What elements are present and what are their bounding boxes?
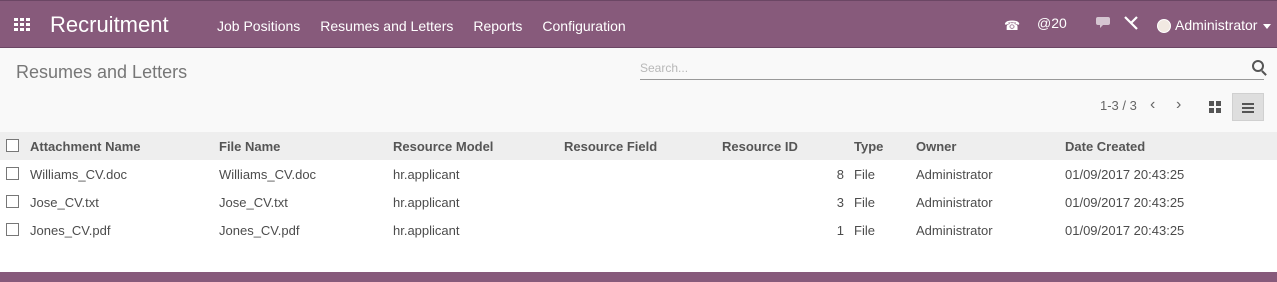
cell-date-created: 01/09/2017 20:43:25 [1065,223,1185,238]
select-all-checkbox[interactable] [6,139,19,152]
table-row[interactable]: Jose_CV.txt Jose_CV.txt hr.applicant 3 F… [0,188,1277,216]
chevron-left-icon[interactable]: ‹ [1150,96,1155,114]
header-owner[interactable]: Owner [916,139,956,154]
cell-attachment-name: Jose_CV.txt [30,195,99,210]
attachments-table: Attachment Name File Name Resource Model… [0,132,1277,244]
cell-resource-model: hr.applicant [393,167,460,182]
cell-type: File [854,223,875,238]
table-row[interactable]: Williams_CV.doc Williams_CV.doc hr.appli… [0,160,1277,188]
main-menu: Job Positions Resumes and Letters Report… [217,18,626,34]
user-avatar[interactable] [1157,19,1171,33]
search-bar [640,59,1264,80]
cell-file-name: Jose_CV.txt [219,195,288,210]
header-type[interactable]: Type [854,139,883,154]
row-checkbox[interactable] [6,223,19,236]
cell-type: File [854,195,875,210]
mentions-count: 20 [1051,15,1067,31]
cell-file-name: Williams_CV.doc [219,167,317,182]
cell-file-name: Jones_CV.pdf [219,223,300,238]
chevron-down-icon[interactable] [1263,24,1271,29]
phone-icon[interactable]: ☎ [1004,18,1020,34]
control-panel: Resumes and Letters 1-3 / 3 ‹ › [0,48,1277,132]
cell-resource-id: 8 [836,167,844,182]
cell-date-created: 01/09/2017 20:43:25 [1065,167,1185,182]
chat-icon[interactable] [1096,15,1114,31]
header-resource-id[interactable]: Resource ID [722,139,798,154]
header-file-name[interactable]: File Name [219,139,280,154]
chevron-right-icon[interactable]: › [1176,96,1181,114]
table-header: Attachment Name File Name Resource Model… [0,132,1277,160]
cell-owner: Administrator [916,223,993,238]
cell-owner: Administrator [916,195,993,210]
cell-attachment-name: Williams_CV.doc [30,167,128,182]
header-date-created[interactable]: Date Created [1065,139,1145,154]
cell-type: File [854,167,875,182]
menu-item-reports[interactable]: Reports [473,18,522,34]
table-row[interactable]: Jones_CV.pdf Jones_CV.pdf hr.applicant 1… [0,216,1277,244]
menu-item-resumes-and-letters[interactable]: Resumes and Letters [320,18,453,34]
breadcrumb-title: Resumes and Letters [16,62,188,82]
apps-grid-icon[interactable] [14,18,30,31]
pager-value[interactable]: 1-3 / 3 [1100,98,1137,113]
cell-resource-model: hr.applicant [393,195,460,210]
row-checkbox[interactable] [6,195,19,208]
header-attachment-name[interactable]: Attachment Name [30,139,141,154]
header-resource-field[interactable]: Resource Field [564,139,657,154]
kanban-view-icon[interactable] [1209,101,1221,113]
cell-owner: Administrator [916,167,993,182]
list-view-button[interactable] [1232,93,1264,121]
tools-icon[interactable] [1123,15,1139,31]
top-navbar: Recruitment Job Positions Resumes and Le… [0,0,1277,48]
cell-resource-id: 1 [836,223,844,238]
bottom-bar [0,272,1277,282]
search-plus-icon[interactable] [1252,60,1264,72]
cell-resource-id: 3 [836,195,844,210]
row-checkbox[interactable] [6,167,19,180]
mentions-button[interactable]: @20 [1037,15,1067,31]
cell-date-created: 01/09/2017 20:43:25 [1065,195,1185,210]
search-input[interactable] [640,59,1230,77]
cell-resource-model: hr.applicant [393,223,460,238]
user-menu-label[interactable]: Administrator [1175,17,1257,33]
header-resource-model[interactable]: Resource Model [393,139,493,154]
menu-item-job-positions[interactable]: Job Positions [217,18,300,34]
app-title: Recruitment [50,12,169,37]
cell-attachment-name: Jones_CV.pdf [30,223,111,238]
menu-item-configuration[interactable]: Configuration [542,18,625,34]
